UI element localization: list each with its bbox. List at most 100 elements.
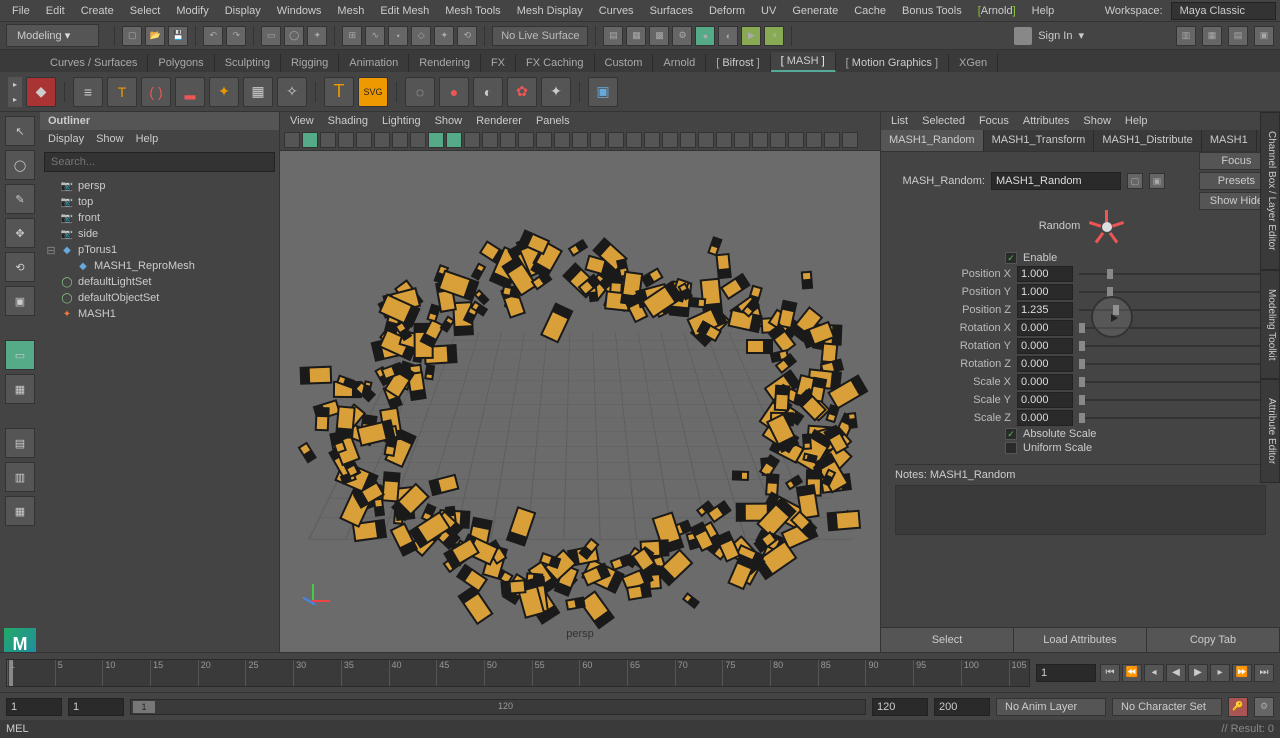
menu-meshtools[interactable]: Mesh Tools (437, 2, 508, 20)
viewport-toggle-icon[interactable] (356, 132, 372, 148)
layout-single[interactable]: ▭ (5, 340, 35, 370)
outliner-menu-display[interactable]: Display (48, 133, 84, 145)
ae-tab-transform[interactable]: MASH1_Transform (984, 130, 1095, 151)
shelf-btn-15[interactable]: ▣ (588, 77, 618, 107)
menuset-dropdown[interactable]: Modeling ▾ (6, 24, 99, 47)
uniform-scale-checkbox[interactable] (1005, 442, 1017, 454)
layout-b[interactable]: ▥ (5, 462, 35, 492)
outliner-item[interactable]: ✦MASH1 (40, 306, 279, 322)
vp-menu-shading[interactable]: Shading (328, 115, 368, 127)
viewport-toggle-icon[interactable] (554, 132, 570, 148)
attr-value-field[interactable] (1017, 374, 1073, 390)
outliner-item[interactable]: ◯defaultObjectSet (40, 290, 279, 306)
vp-menu-show[interactable]: Show (435, 115, 463, 127)
attr-value-field[interactable] (1017, 266, 1073, 282)
menu-meshdisplay[interactable]: Mesh Display (509, 2, 591, 20)
ae-copytab-button[interactable]: Copy Tab (1147, 628, 1280, 652)
attr-value-field[interactable] (1017, 320, 1073, 336)
light-editor-icon[interactable]: ◐ (718, 26, 738, 46)
viewport-canvas[interactable]: persp (280, 151, 880, 652)
viewport-toggle-icon[interactable] (518, 132, 534, 148)
pause-icon[interactable]: ⏸ (764, 26, 784, 46)
shelf-btn-12[interactable]: ◐ (473, 77, 503, 107)
notes-textarea[interactable] (895, 485, 1266, 535)
shelf-btn-1[interactable]: ≡ (73, 77, 103, 107)
menu-help[interactable]: Help (1024, 2, 1063, 20)
attr-value-field[interactable] (1017, 356, 1073, 372)
shelf-tab-arnold[interactable]: Arnold (653, 54, 706, 72)
shelf-btn-7[interactable]: ✧ (277, 77, 307, 107)
menu-bonus[interactable]: Bonus Tools (894, 2, 970, 20)
menu-edit[interactable]: Edit (38, 2, 73, 20)
outliner-menu-show[interactable]: Show (96, 133, 124, 145)
ae-tab-random[interactable]: MASH1_Random (881, 130, 984, 151)
autokey-icon[interactable]: 🔑 (1228, 697, 1248, 717)
shelf-tab-bifrost[interactable]: [ Bifrost ] (706, 54, 770, 72)
enable-checkbox[interactable]: ✓ (1005, 252, 1017, 264)
prefs-icon[interactable]: ⚙ (1254, 697, 1274, 717)
input-connection-icon[interactable]: ▢ (1127, 173, 1143, 189)
viewport-toggle-icon[interactable] (824, 132, 840, 148)
new-scene-icon[interactable]: ▢ (122, 26, 142, 46)
viewport-toggle-icon[interactable] (374, 132, 390, 148)
shelf-btn-4[interactable]: ▂ (175, 77, 205, 107)
redo-icon[interactable]: ↷ (226, 26, 246, 46)
shelf-btn-10[interactable]: ◌ (405, 77, 435, 107)
go-end-button[interactable]: ⏭ (1254, 664, 1274, 682)
ae-load-button[interactable]: Load Attributes (1014, 628, 1147, 652)
viewport-toggle-icon[interactable] (626, 132, 642, 148)
move-tool[interactable]: ✥ (5, 218, 35, 248)
go-start-button[interactable]: ⏮ (1100, 664, 1120, 682)
viewport-toggle-icon[interactable] (572, 132, 588, 148)
shelf-btn-11[interactable]: ● (439, 77, 469, 107)
step-back-key-button[interactable]: ⏪ (1122, 664, 1142, 682)
layout-a[interactable]: ▤ (5, 428, 35, 458)
shelf-tab-fxcaching[interactable]: FX Caching (516, 54, 594, 72)
menu-editmesh[interactable]: Edit Mesh (372, 2, 437, 20)
vp-menu-lighting[interactable]: Lighting (382, 115, 421, 127)
menu-deform[interactable]: Deform (701, 2, 753, 20)
snap-curve-icon[interactable]: ∿ (365, 26, 385, 46)
ae-tab-mash1[interactable]: MASH1 (1202, 130, 1257, 151)
viewport-toggle-icon[interactable] (788, 132, 804, 148)
snap-plane-icon[interactable]: ◇ (411, 26, 431, 46)
ae-menu-list[interactable]: List (891, 115, 908, 127)
viewport-toggle-icon[interactable] (410, 132, 426, 148)
render-settings-icon[interactable]: ⚙ (672, 26, 692, 46)
viewport-toggle-icon[interactable] (482, 132, 498, 148)
shelf-tab-animation[interactable]: Animation (339, 54, 409, 72)
shelf-tab-mash[interactable]: [ MASH ] (771, 52, 836, 72)
layout-four[interactable]: ▦ (5, 374, 35, 404)
viewport-toggle-icon[interactable] (338, 132, 354, 148)
viewport-toggle-icon[interactable] (770, 132, 786, 148)
menu-create[interactable]: Create (73, 2, 122, 20)
shelf-btn-14[interactable]: ✦ (541, 77, 571, 107)
range-start-inner[interactable] (68, 698, 124, 716)
layout-c[interactable]: ▦ (5, 496, 35, 526)
layout-3-icon[interactable]: ▤ (1228, 26, 1248, 46)
step-forward-key-button[interactable]: ⏩ (1232, 664, 1252, 682)
rotate-tool[interactable]: ⟲ (5, 252, 35, 282)
hypershade-icon[interactable]: ● (695, 26, 715, 46)
layout-2-icon[interactable]: ▦ (1202, 26, 1222, 46)
viewport-toggle-icon[interactable] (752, 132, 768, 148)
select-mode-icon[interactable]: ▭ (261, 26, 281, 46)
outliner-item[interactable]: 📷front (40, 210, 279, 226)
menu-generate[interactable]: Generate (784, 2, 846, 20)
attr-value-field[interactable] (1017, 302, 1073, 318)
shelf-tab-rendering[interactable]: Rendering (409, 54, 481, 72)
shelf-btn-5[interactable]: ✦ (209, 77, 239, 107)
outliner-item[interactable]: 📷top (40, 194, 279, 210)
range-thumb[interactable]: 1 (133, 701, 155, 713)
attr-slider[interactable] (1079, 411, 1266, 425)
attr-value-field[interactable] (1017, 284, 1073, 300)
layout-1-icon[interactable]: ▥ (1176, 26, 1196, 46)
outliner-search[interactable] (44, 152, 275, 172)
viewport-toggle-icon[interactable] (806, 132, 822, 148)
live-surface-display[interactable]: No Live Surface (492, 26, 588, 46)
ae-menu-attributes[interactable]: Attributes (1023, 115, 1069, 127)
viewport-toggle-icon[interactable] (500, 132, 516, 148)
save-scene-icon[interactable]: 💾 (168, 26, 188, 46)
open-scene-icon[interactable]: 📂 (145, 26, 165, 46)
range-slider[interactable]: 1 120 (130, 699, 866, 715)
